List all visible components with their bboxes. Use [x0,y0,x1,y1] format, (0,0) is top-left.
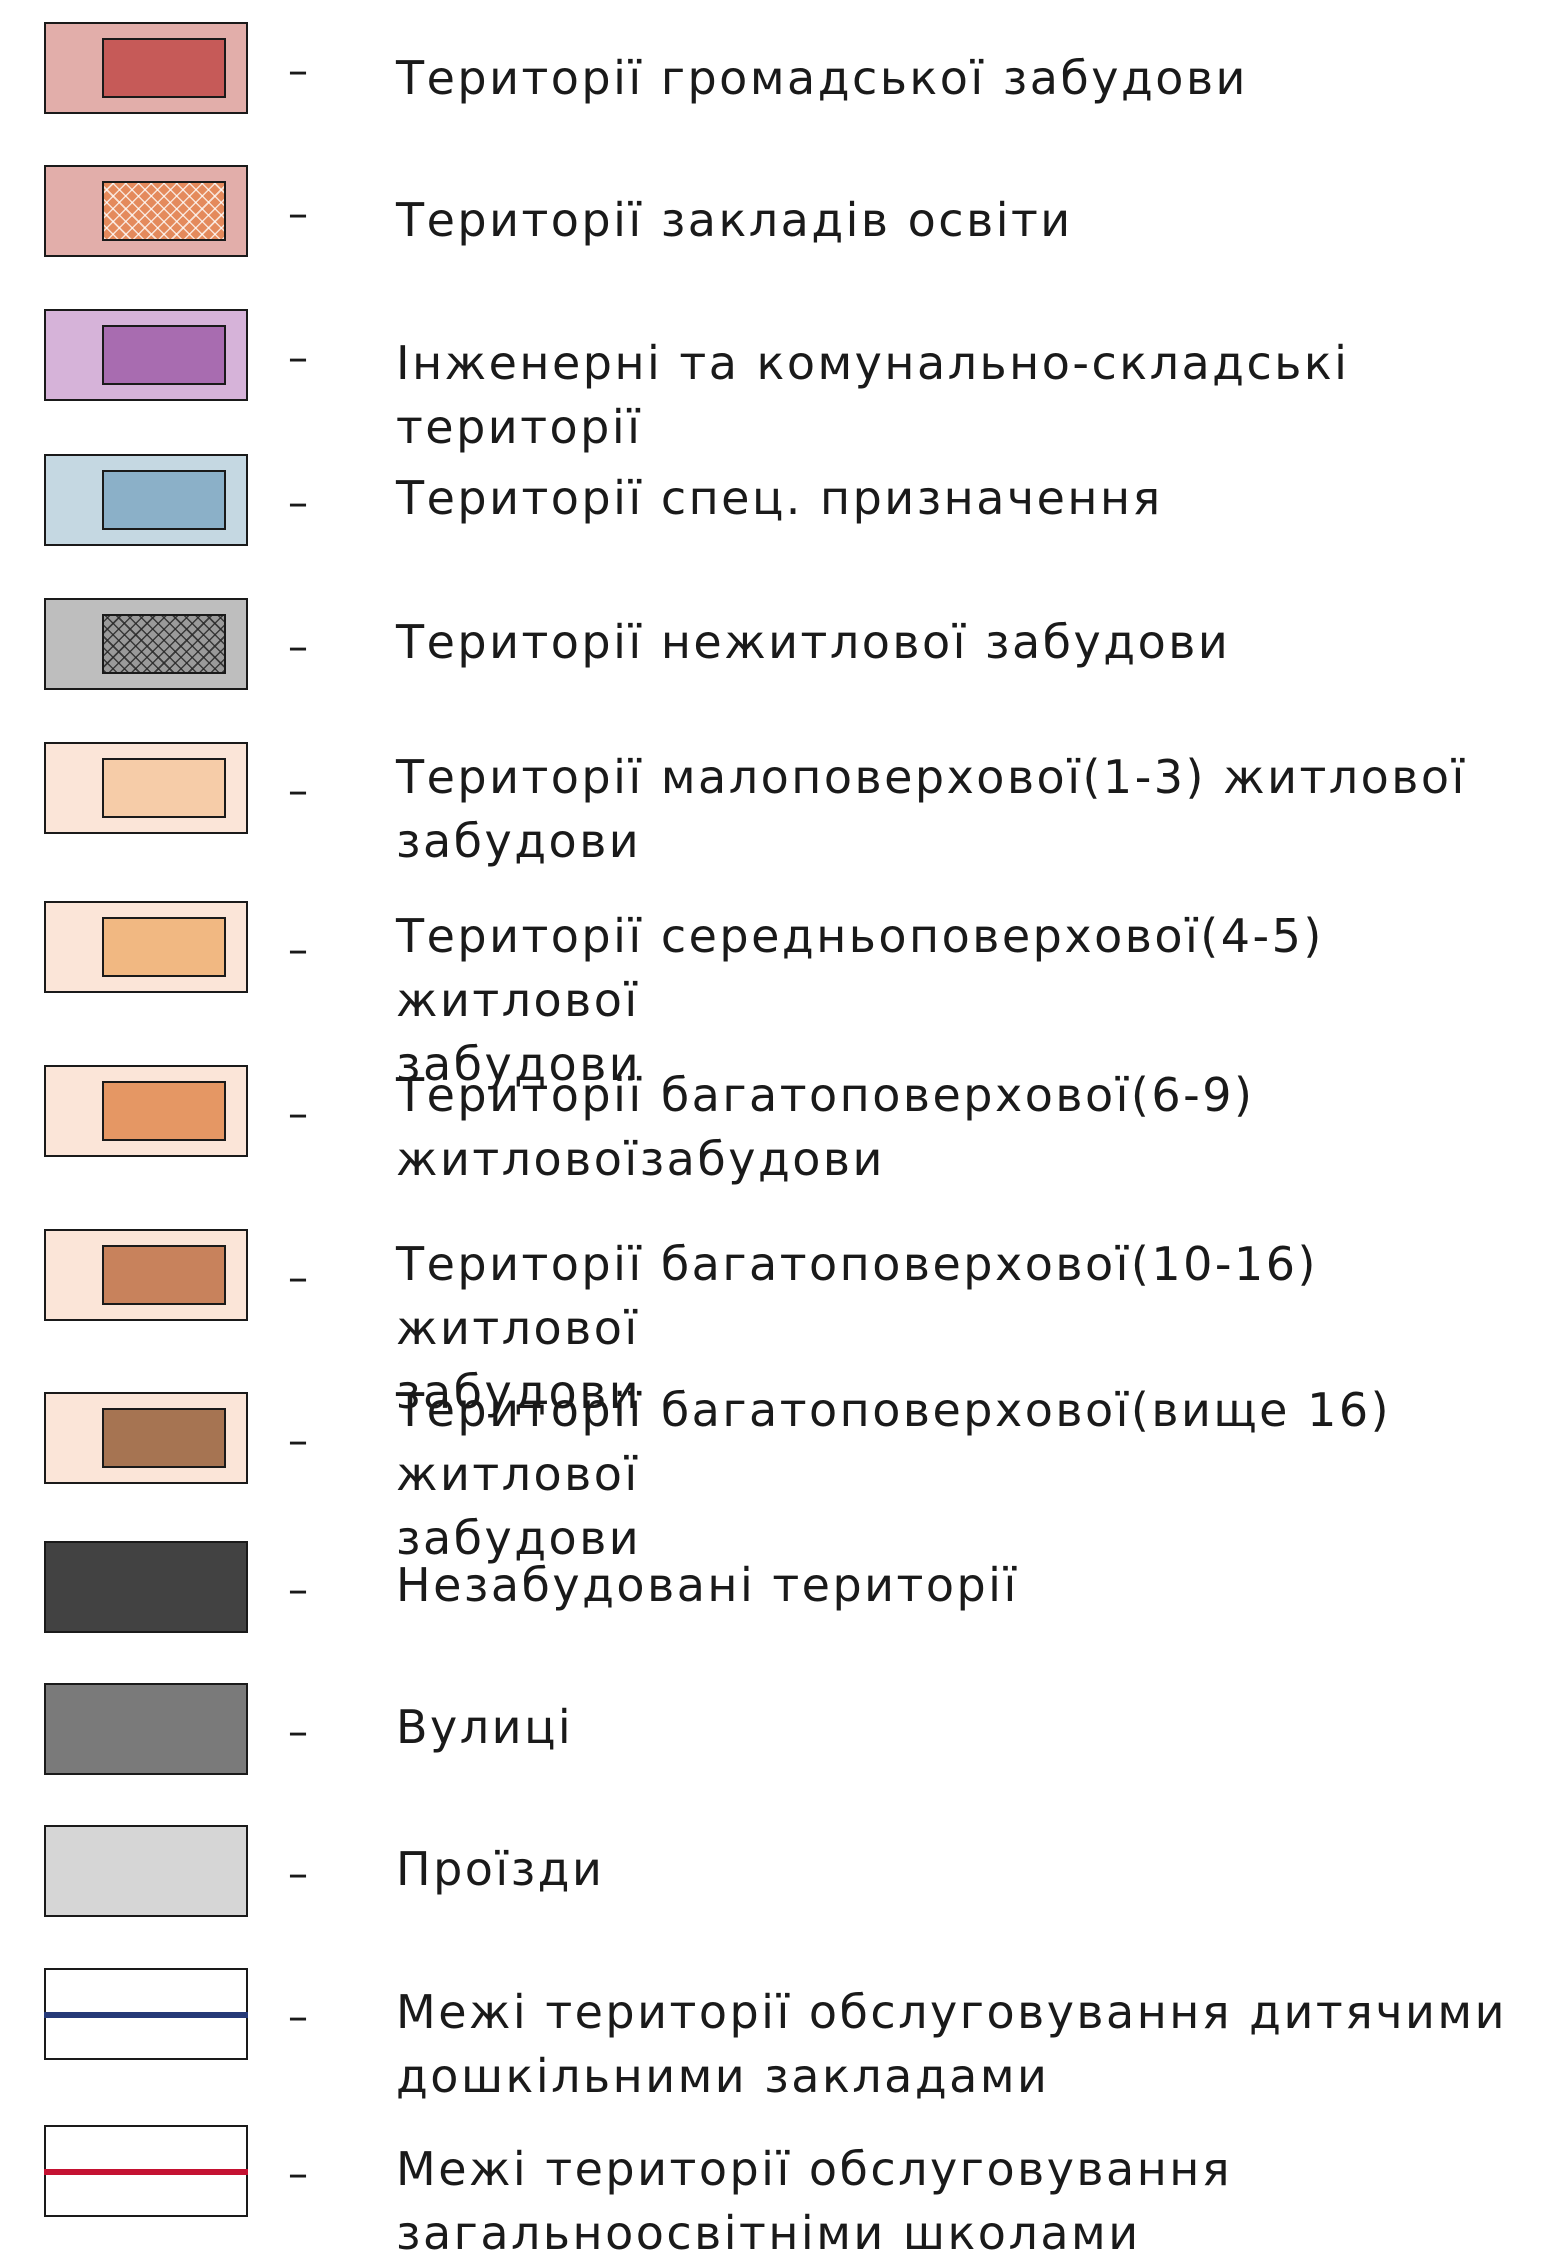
swatch-mid-rise [44,901,248,993]
swatch-preschool-boundary [44,1968,248,2060]
swatch-high-rise-6-9 [44,1065,248,1157]
swatch-inner [102,325,226,385]
legend-label: Межі території обслуговування загальноос… [396,2142,1233,2260]
legend-dash: – [288,1709,308,1755]
swatch-inner [102,470,226,530]
legend-label: Території громадської забудови [396,51,1248,105]
swatch-inner [102,917,226,977]
swatch-inner [102,1408,226,1468]
swatch-special [44,454,248,546]
legend-label: Території спец. призначення [396,471,1163,525]
swatch-education [44,165,248,257]
swatch-driveways [44,1825,248,1917]
legend-label: Незабудовані території [396,1558,1019,1612]
swatch-inner [102,758,226,818]
legend-dash: – [288,768,308,814]
legend-dash: – [288,1255,308,1301]
swatch-public-buildings [44,22,248,114]
legend-dash: – [288,624,308,670]
legend-dash: – [288,335,308,381]
swatch-engineering [44,309,248,401]
swatch-high-rise-16plus [44,1392,248,1484]
boundary-line [44,2169,248,2175]
legend-label: Території закладів освіти [396,193,1073,247]
legend-label: Проїзди [396,1842,605,1896]
legend-label: Території багатоповерхової(вище 16) житл… [396,1383,1392,1565]
legend-label: Межі території обслуговування дитячими д… [396,1985,1507,2103]
swatch-undeveloped [44,1541,248,1633]
legend-dash: – [288,1994,308,2040]
legend-dash: – [288,1567,308,1613]
legend-label: Інженерні та комунально-складські терито… [396,336,1350,454]
legend-dash: – [288,927,308,973]
swatch-school-boundary [44,2125,248,2217]
legend-dash: – [288,1851,308,1897]
swatch-inner [102,1081,226,1141]
legend-dash: – [288,48,308,94]
swatch-inner [102,38,226,98]
legend-dash: – [288,480,308,526]
boundary-line [44,2012,248,2018]
swatch-inner [102,181,226,241]
legend-label: Території багатоповерхової(6-9) житлової… [396,1068,1255,1186]
legend-label: Вулиці [396,1700,574,1754]
swatch-low-rise [44,742,248,834]
legend-dash: – [288,191,308,237]
swatch-non-residential [44,598,248,690]
swatch-streets [44,1683,248,1775]
swatch-inner [102,1245,226,1305]
legend-label: Території малоповерхової(1-3) житлової з… [396,750,1467,868]
legend-dash: – [288,1418,308,1464]
swatch-high-rise-10-16 [44,1229,248,1321]
legend-label: Території нежитлової забудови [396,615,1231,669]
legend-dash: – [288,1091,308,1137]
swatch-inner [102,614,226,674]
legend-dash: – [288,2151,308,2197]
